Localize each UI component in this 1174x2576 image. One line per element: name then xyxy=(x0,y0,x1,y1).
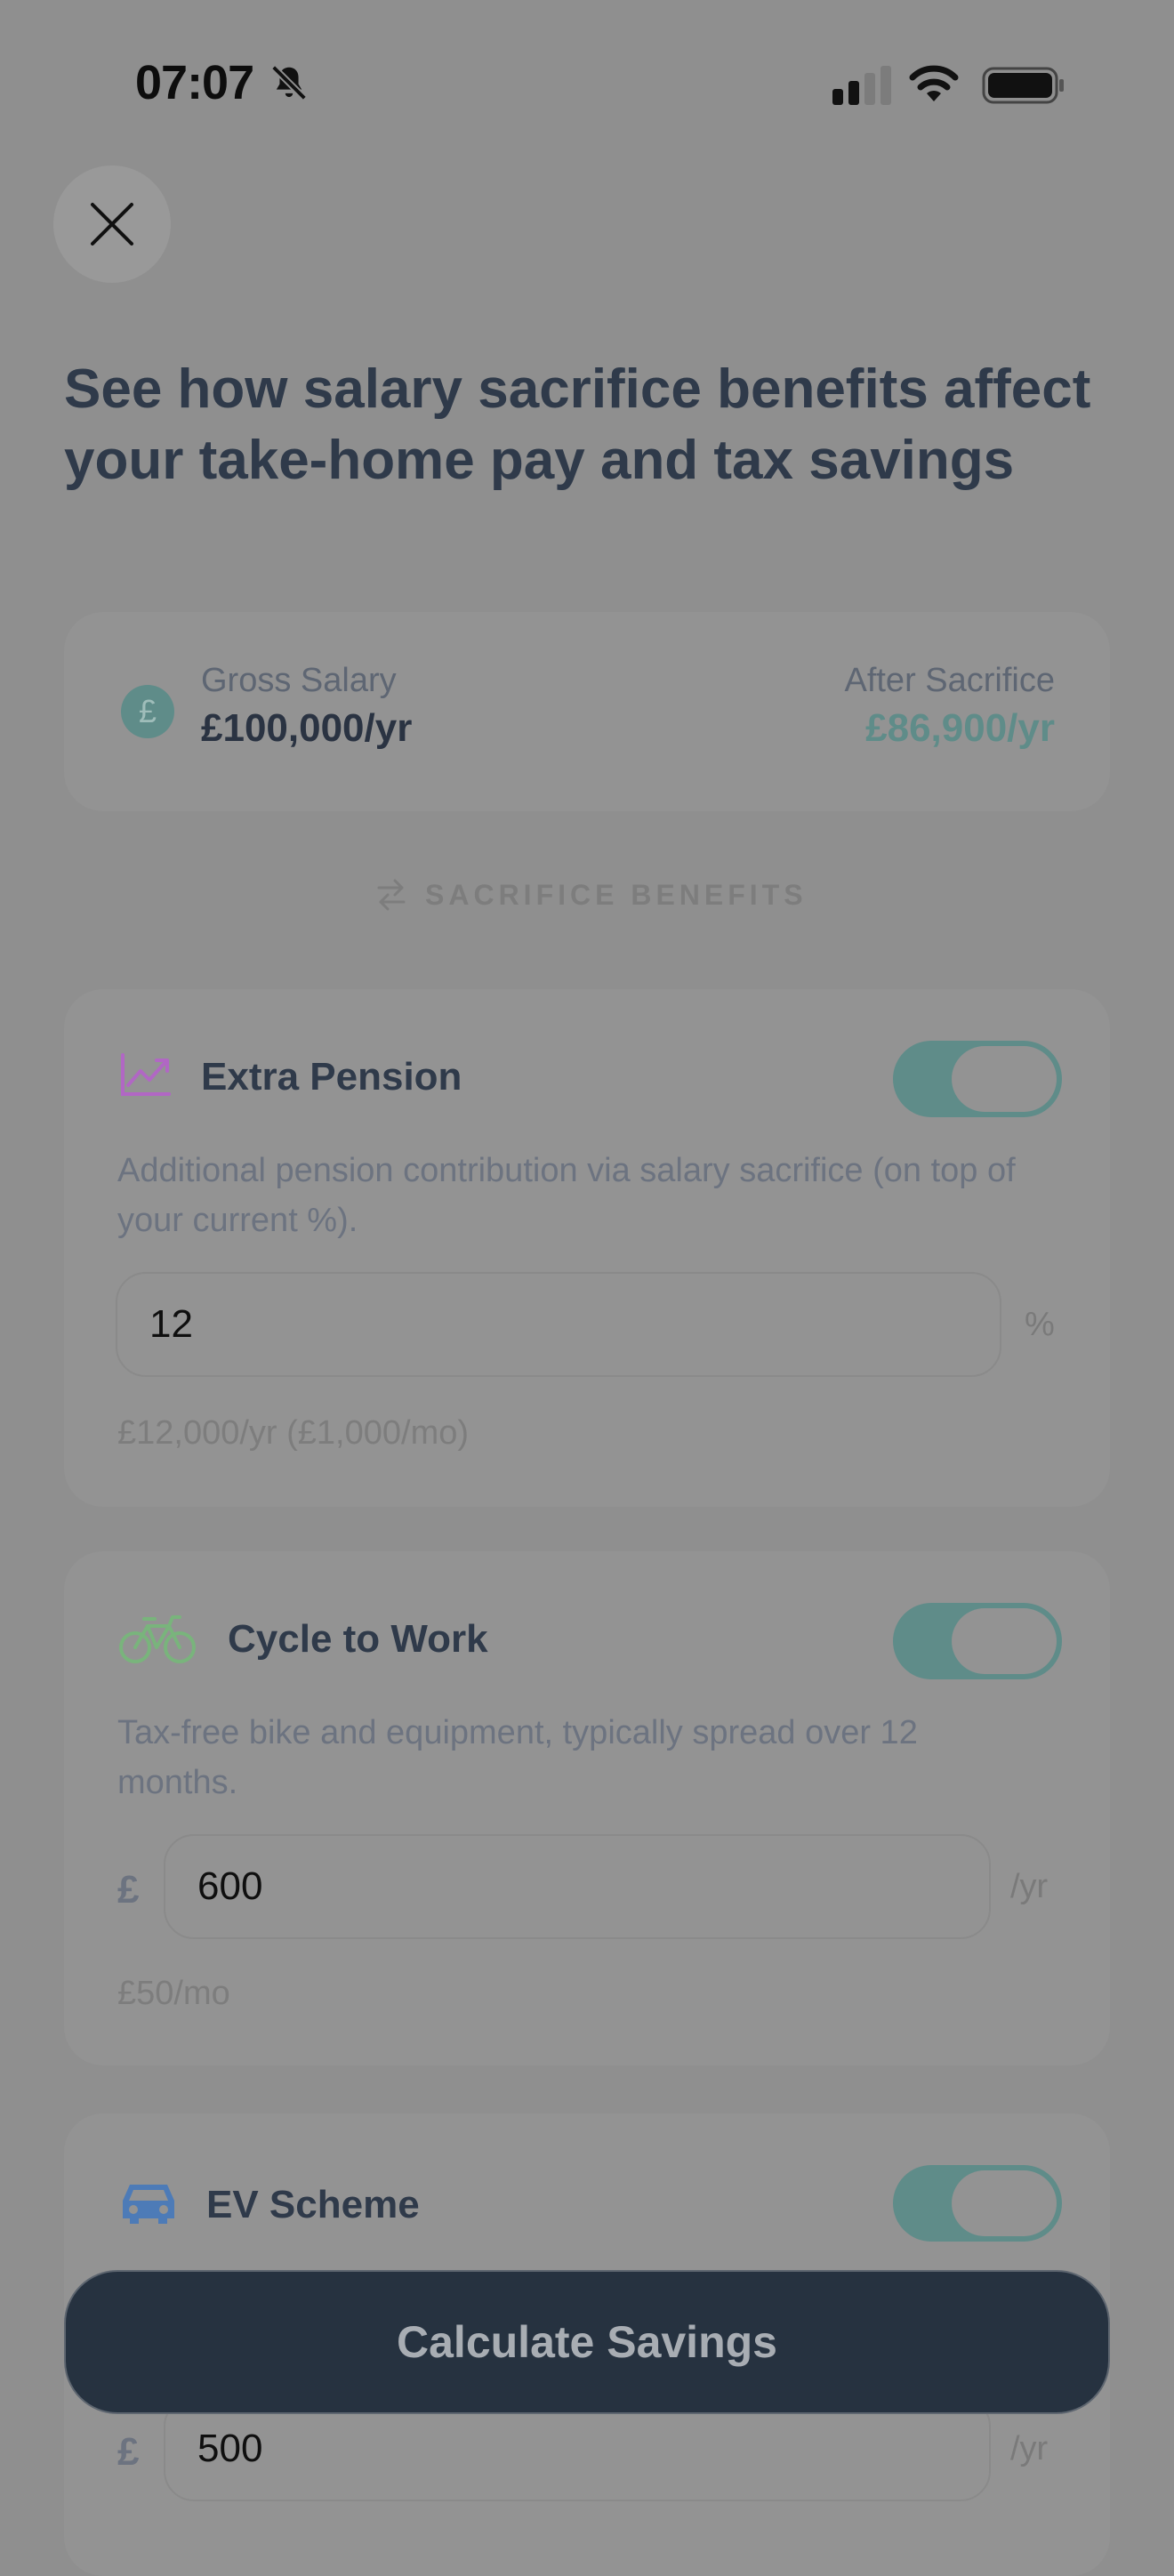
pension-amount-note: £12,000/yr (£1,000/mo) xyxy=(117,1414,470,1452)
benefit-title-ev: EV Scheme xyxy=(206,2183,420,2226)
pension-percent-input[interactable]: 12 xyxy=(116,1272,1001,1377)
cellular-signal-icon xyxy=(832,66,891,105)
cycle-amount-input[interactable]: 600 xyxy=(164,1834,991,1939)
salary-summary-card: £ Gross Salary £100,000/yr After Sacrifi… xyxy=(64,612,1110,811)
after-sacrifice-label: After Sacrifice xyxy=(844,662,1055,699)
swap-arrows-icon xyxy=(377,879,406,911)
section-header: SACRIFICE BENEFITS xyxy=(374,877,808,913)
toggle-cycle[interactable] xyxy=(893,1603,1062,1679)
status-time: 07:07 xyxy=(135,56,254,109)
gross-salary-value: £100,000/yr xyxy=(201,706,413,750)
benefit-card-pension: Extra Pension Additional pension contrib… xyxy=(64,989,1110,1507)
cycle-monthly-note: £50/mo xyxy=(117,1975,230,2012)
cycle-unit-label: /yr xyxy=(1010,1868,1049,1905)
page-title: See how salary sacrifice benefits affect… xyxy=(64,358,1091,491)
toggle-knob xyxy=(952,1046,1057,1112)
car-icon xyxy=(123,2185,174,2224)
calculate-savings-button[interactable]: Calculate Savings xyxy=(64,2270,1110,2414)
toggle-pension[interactable] xyxy=(893,1041,1062,1117)
trending-up-icon xyxy=(121,1053,171,1096)
ev-currency-prefix: £ xyxy=(117,2430,140,2474)
benefit-title-pension: Extra Pension xyxy=(201,1055,462,1099)
after-sacrifice-value: £86,900/yr xyxy=(865,706,1055,750)
toggle-knob xyxy=(952,2170,1057,2236)
toggle-ev[interactable] xyxy=(893,2165,1062,2242)
gross-salary-label: Gross Salary xyxy=(201,662,397,699)
wifi-icon xyxy=(909,65,959,101)
section-title: SACRIFICE BENEFITS xyxy=(425,878,808,911)
close-button[interactable] xyxy=(53,165,171,283)
pension-unit-label: % xyxy=(1025,1306,1055,1343)
close-icon xyxy=(91,203,133,246)
pound-icon: £ xyxy=(121,685,174,738)
benefit-description-pension: Additional pension contribution via sala… xyxy=(117,1152,1016,1239)
ev-unit-label: /yr xyxy=(1010,2430,1049,2467)
benefit-description-cycle: Tax-free bike and equipment, typically s… xyxy=(117,1714,918,1801)
benefit-card-cycle: Cycle to Work Tax-free bike and equipmen… xyxy=(64,1551,1110,2065)
battery-icon xyxy=(982,67,1064,104)
bell-muted-icon xyxy=(271,65,307,101)
bicycle-icon xyxy=(119,1615,196,1663)
benefit-title-cycle: Cycle to Work xyxy=(228,1617,488,1661)
cycle-currency-prefix: £ xyxy=(117,1868,140,1912)
toggle-knob xyxy=(952,1608,1057,1674)
